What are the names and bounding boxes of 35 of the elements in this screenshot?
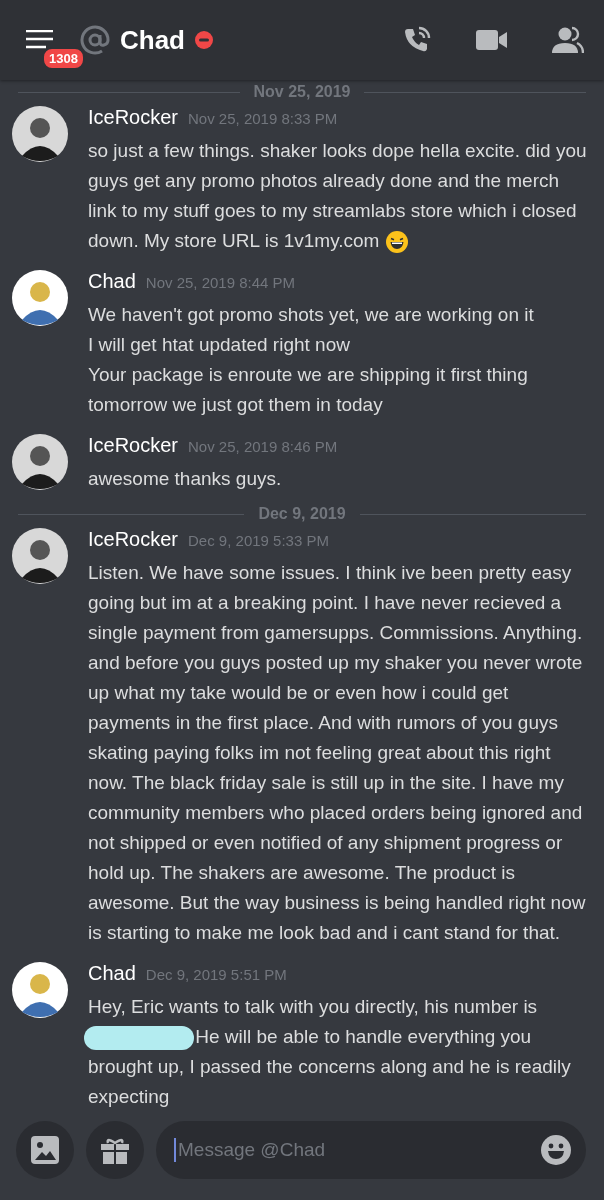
message-input[interactable]: Message @Chad bbox=[174, 1138, 540, 1162]
image-icon bbox=[30, 1135, 60, 1165]
author-name[interactable]: IceRocker bbox=[88, 106, 179, 129]
video-call-button[interactable] bbox=[476, 28, 508, 52]
timestamp: Dec 9, 2019 5:33 PM bbox=[188, 532, 329, 549]
grinning-face-icon bbox=[384, 230, 409, 254]
date-divider: Dec 9, 2019 bbox=[258, 505, 346, 523]
menu-icon[interactable] bbox=[26, 30, 54, 50]
message-text: awesome thanks guys. bbox=[88, 467, 283, 491]
author-name[interactable]: Chad bbox=[88, 270, 136, 293]
timestamp: Dec 9, 2019 5:51 PM bbox=[145, 966, 287, 983]
date-divider: Nov 25, 2019 bbox=[253, 83, 351, 101]
members-button[interactable] bbox=[552, 26, 584, 54]
emoji-button[interactable] bbox=[540, 1134, 572, 1166]
message-text: I will get htat updated right now bbox=[88, 333, 351, 357]
avatar bbox=[12, 106, 68, 162]
author-name[interactable]: IceRocker bbox=[88, 434, 179, 457]
channel-title: Chad bbox=[120, 24, 185, 56]
avatar bbox=[12, 962, 68, 1018]
author-name[interactable]: IceRocker bbox=[88, 528, 179, 551]
author-name[interactable]: Chad bbox=[88, 962, 136, 985]
message-text: Listen. We have some issues. I think ive been pretty easy going but im at a breaking point. I have never recieved a single payment from gamersupps. Commissions. Anything. and before you guys posted up my shaker you never wrote up what my take would be or even how i could get payments in the first place. And with rumors of you guys skating paying folks im not feeling great about this right now. The black friday sale is still up in the site. I have my community members who placed orders being ignored and not shipped or even notified of any shipment progress or hold up. The shakers are awesome. The product is awesome. But the way business is being handled right now is starting to make me look bad and i cant stand for that. bbox=[88, 561, 587, 945]
message-text: We haven't got promo shots yet, we are working on it bbox=[88, 303, 535, 327]
timestamp: Nov 25, 2019 8:33 PM bbox=[188, 110, 338, 127]
message-text: so just a few things. shaker looks dope hella excite. did you guys get any promo photos already done and the merch link to my stuff goes to my streamlabs store which i closed down. My store URL is 1v1my.com bbox=[88, 136, 592, 256]
avatar bbox=[12, 528, 68, 584]
avatar bbox=[12, 434, 68, 490]
message-text: Your package is enroute we are shipping it first thing tomorrow we just got them in today bbox=[88, 363, 529, 417]
at-sign-icon bbox=[80, 25, 110, 55]
avatar bbox=[12, 270, 68, 326]
timestamp: Nov 25, 2019 8:46 PM bbox=[188, 438, 338, 455]
unread-count: 1308 bbox=[42, 47, 85, 70]
message-text: Hey, Eric wants to talk with you directly, his number is He will be able to handle everything you brought up, I passed the concerns along and he is readily expecting bbox=[88, 992, 592, 1110]
timestamp: Nov 25, 2019 8:44 PM bbox=[145, 274, 296, 291]
message-field[interactable]: Message @Chad bbox=[156, 1121, 586, 1179]
